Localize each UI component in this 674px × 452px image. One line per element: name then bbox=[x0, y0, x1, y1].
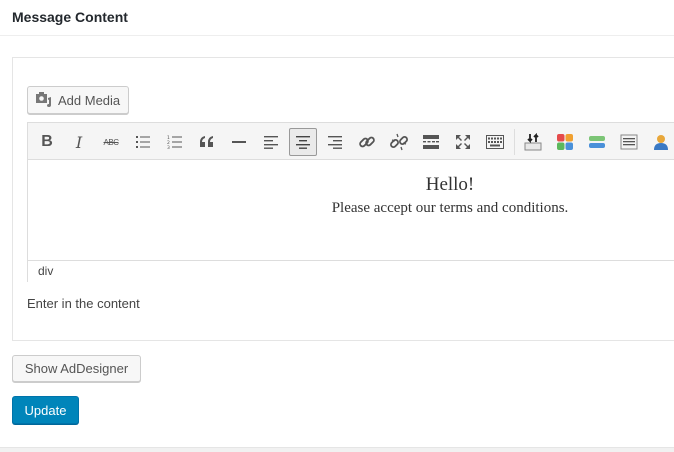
add-media-button[interactable]: Add Media bbox=[27, 86, 129, 114]
form-icon[interactable] bbox=[615, 128, 643, 156]
field-description: Enter in the content bbox=[27, 296, 140, 311]
toolbar-toggle-icon[interactable] bbox=[481, 128, 509, 156]
media-icon bbox=[35, 91, 53, 109]
bold-icon[interactable]: B bbox=[33, 128, 61, 156]
add-media-label: Add Media bbox=[58, 92, 121, 108]
block-icon[interactable] bbox=[583, 128, 611, 156]
editor-toolbar: B I ABC 123 bbox=[28, 123, 674, 160]
box-title: Message Content bbox=[12, 9, 128, 25]
read-more-icon[interactable] bbox=[417, 128, 445, 156]
user-icon[interactable] bbox=[647, 128, 674, 156]
content-paragraph: Please accept our terms and conditions. bbox=[331, 200, 569, 216]
unlink-icon[interactable] bbox=[385, 128, 413, 156]
box-header: Message Content bbox=[0, 0, 674, 36]
editor-field: Add Media B I ABC 123 Hello! Please acce… bbox=[12, 57, 674, 341]
message-content-box: Message Content Add Media B I ABC 1 2 3 … bbox=[0, 0, 674, 448]
strikethrough-icon[interactable]: ABC bbox=[97, 128, 125, 156]
svg-text:3: 3 bbox=[167, 145, 170, 149]
link-icon[interactable] bbox=[353, 128, 381, 156]
fullscreen-icon[interactable] bbox=[449, 128, 477, 156]
toolbar-separator bbox=[514, 129, 515, 155]
show-addesigner-button[interactable]: Show AdDesigner bbox=[12, 355, 141, 382]
bullet-list-icon[interactable] bbox=[129, 128, 157, 156]
element-path-div[interactable]: div bbox=[38, 264, 53, 278]
align-left-icon[interactable] bbox=[257, 128, 285, 156]
horizontal-line-icon[interactable] bbox=[225, 128, 253, 156]
align-right-icon[interactable] bbox=[321, 128, 349, 156]
widgets-icon[interactable] bbox=[551, 128, 579, 156]
rich-text-editor: B I ABC 123 Hello! Please accept our ter… bbox=[27, 122, 674, 282]
update-button[interactable]: Update bbox=[12, 396, 79, 424]
italic-icon[interactable]: I bbox=[65, 128, 93, 156]
align-center-icon[interactable] bbox=[289, 128, 317, 156]
numbered-list-icon[interactable]: 123 bbox=[161, 128, 189, 156]
blockquote-icon[interactable] bbox=[193, 128, 221, 156]
content-heading: Hello! bbox=[425, 174, 475, 195]
editor-content-area[interactable]: Hello! Please accept our terms and condi… bbox=[28, 160, 674, 260]
shortcode-insert-icon[interactable] bbox=[519, 128, 547, 156]
element-path: div bbox=[28, 260, 674, 282]
